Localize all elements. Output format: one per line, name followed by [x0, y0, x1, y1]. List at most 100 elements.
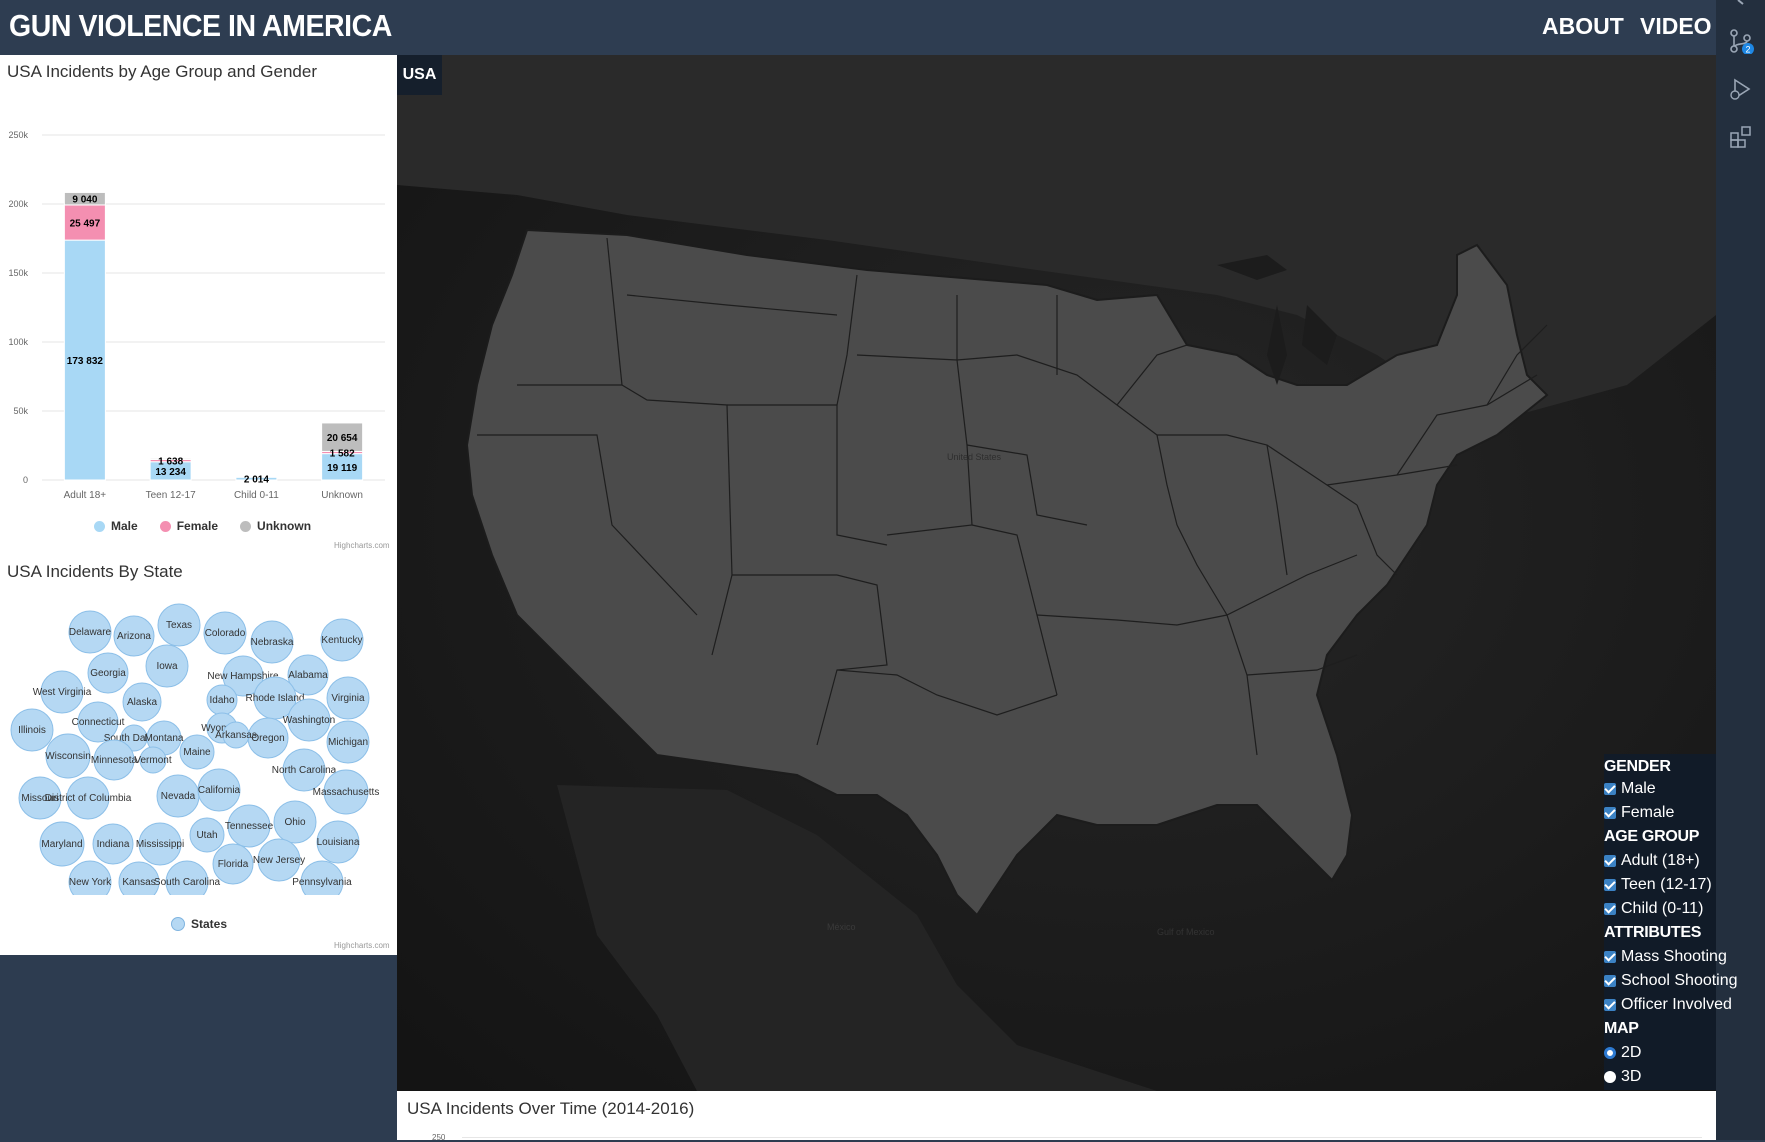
- timeline-title: USA Incidents Over Time (2014-2016): [407, 1099, 694, 1119]
- filter-label: Adult (18+): [1621, 852, 1700, 870]
- state-bubble-label: Montana: [145, 733, 184, 744]
- x-category-label: Teen 12-17: [146, 490, 196, 501]
- state-bubble-label: Idaho: [209, 695, 234, 706]
- chevron-right-icon[interactable]: [1736, 0, 1748, 8]
- nav-about-link[interactable]: ABOUT: [1542, 13, 1624, 40]
- state-bubble-label: Iowa: [156, 661, 178, 672]
- data-label: 20 654: [327, 433, 358, 444]
- legend-item-male[interactable]: Male: [94, 519, 138, 533]
- legend-dot: [240, 521, 251, 532]
- y-tick-label: 50k: [13, 406, 28, 416]
- state-bubble-label: Florida: [218, 859, 249, 870]
- radio-icon[interactable]: [1604, 1047, 1616, 1059]
- data-label: 13 234: [155, 467, 186, 478]
- state-bubble-label: Virginia: [331, 693, 365, 704]
- y-tick-label: 150k: [8, 268, 28, 278]
- state-bubble-label: Wisconsin: [45, 751, 91, 762]
- state-legend-item[interactable]: States: [171, 917, 227, 931]
- checkbox-icon[interactable]: [1604, 855, 1616, 867]
- map-view[interactable]: United States México Gulf of Mexico USA: [397, 55, 1716, 1091]
- radio-icon[interactable]: [1604, 1071, 1616, 1083]
- y-tick-label: 200k: [8, 199, 28, 209]
- state-bubble-label: Tennessee: [225, 821, 274, 832]
- side-rail: 2: [1716, 0, 1765, 1140]
- attributes-heading: ATTRIBUTES: [1604, 924, 1701, 942]
- legend-dot: [160, 521, 171, 532]
- state-bubble-label: Ohio: [284, 817, 306, 828]
- x-category-label: Child 0-11: [234, 490, 279, 501]
- filter-adult[interactable]: Adult (18+): [1604, 852, 1700, 870]
- state-bubble-label: Nebraska: [251, 637, 294, 648]
- checkbox-icon[interactable]: [1604, 879, 1616, 891]
- filter-mass-shooting[interactable]: Mass Shooting: [1604, 948, 1727, 966]
- checkbox-icon[interactable]: [1604, 951, 1616, 963]
- gender-heading: GENDER: [1604, 758, 1671, 776]
- scm-badge: 2: [1745, 45, 1750, 55]
- region-badge[interactable]: USA: [397, 55, 442, 95]
- state-bubble-label: New York: [69, 877, 112, 888]
- state-bubble-label: Texas: [166, 620, 192, 631]
- source-control-icon[interactable]: 2: [1728, 28, 1754, 54]
- legend-item-unknown[interactable]: Unknown: [240, 519, 311, 533]
- map-label-gulf: Gulf of Mexico: [1157, 927, 1215, 937]
- legend-dot: [171, 917, 185, 931]
- filter-label: Teen (12-17): [1621, 876, 1712, 894]
- map-label-united-states: United States: [947, 452, 1002, 462]
- state-bubble-label: Alabama: [288, 670, 328, 681]
- map-mode-2d[interactable]: 2D: [1604, 1044, 1641, 1062]
- state-bubble-label: Arizona: [117, 631, 151, 642]
- state-bubble-label: Louisiana: [317, 837, 360, 848]
- state-bubble-label: Rhode Island: [246, 693, 305, 704]
- checkbox-icon[interactable]: [1604, 783, 1616, 795]
- map-label-mexico: México: [827, 922, 856, 932]
- state-bubble-label: Maine: [183, 747, 211, 758]
- state-bubble-label: District of Columbia: [45, 793, 132, 804]
- data-label: 25 497: [70, 219, 101, 230]
- state-bubble-label: Connecticut: [72, 717, 125, 728]
- filter-officer-involved[interactable]: Officer Involved: [1604, 996, 1732, 1014]
- state-bubble-label: Mississippi: [136, 839, 184, 850]
- checkbox-icon[interactable]: [1604, 903, 1616, 915]
- state-bubble-label: South Carolina: [154, 877, 221, 888]
- filter-female[interactable]: Female: [1604, 804, 1674, 822]
- highcharts-credit[interactable]: Highcharts.com: [334, 541, 390, 550]
- highcharts-credit[interactable]: Highcharts.com: [334, 941, 390, 950]
- state-bubble-label: Nevada: [161, 791, 196, 802]
- filter-teen[interactable]: Teen (12-17): [1604, 876, 1712, 894]
- map-heading: MAP: [1604, 1020, 1639, 1038]
- usa-map[interactable]: United States México Gulf of Mexico: [397, 55, 1716, 1091]
- data-label: 173 832: [67, 356, 104, 367]
- app-title: GUN VIOLENCE IN AMERICA: [9, 8, 392, 44]
- filter-male[interactable]: Male: [1604, 780, 1656, 798]
- checkbox-icon[interactable]: [1604, 999, 1616, 1011]
- y-tick-label: 250k: [8, 130, 28, 140]
- state-bubble-label: Georgia: [90, 668, 126, 679]
- age-chart-legend: Male Female Unknown: [94, 519, 311, 533]
- filter-label: Officer Involved: [1621, 996, 1732, 1014]
- state-bubble-label: Colorado: [205, 628, 246, 639]
- age-chart-title: USA Incidents by Age Group and Gender: [7, 62, 317, 82]
- filter-child[interactable]: Child (0-11): [1604, 900, 1703, 918]
- map-mode-3d[interactable]: 3D: [1604, 1068, 1641, 1086]
- state-bubble-label: Indiana: [97, 839, 130, 850]
- checkbox-icon[interactable]: [1604, 975, 1616, 987]
- state-bubble-label: Maryland: [41, 839, 82, 850]
- data-label: 9 040: [72, 195, 97, 206]
- nav-video-link[interactable]: VIDEO: [1640, 13, 1712, 40]
- x-category-label: Unknown: [321, 490, 363, 501]
- x-category-label: Adult 18+: [64, 490, 107, 501]
- data-label: 1 638: [158, 457, 183, 468]
- extensions-icon[interactable]: [1728, 124, 1754, 150]
- data-label: 1 582: [330, 449, 355, 460]
- top-bar: GUN VIOLENCE IN AMERICA ABOUT VIDEO: [0, 0, 1716, 56]
- checkbox-icon[interactable]: [1604, 807, 1616, 819]
- legend-item-female[interactable]: Female: [160, 519, 218, 533]
- y-tick-label: 100k: [8, 337, 28, 347]
- filter-school-shooting[interactable]: School Shooting: [1604, 972, 1738, 990]
- timeline-panel: USA Incidents Over Time (2014-2016) 250: [397, 1091, 1716, 1140]
- timeline-gridline: [462, 1137, 1702, 1138]
- state-bubble-label: Arkansas: [215, 730, 257, 741]
- state-bubble-label: North Carolina: [272, 765, 337, 776]
- state-bubble-label: Washington: [283, 715, 335, 726]
- run-debug-icon[interactable]: [1728, 76, 1754, 102]
